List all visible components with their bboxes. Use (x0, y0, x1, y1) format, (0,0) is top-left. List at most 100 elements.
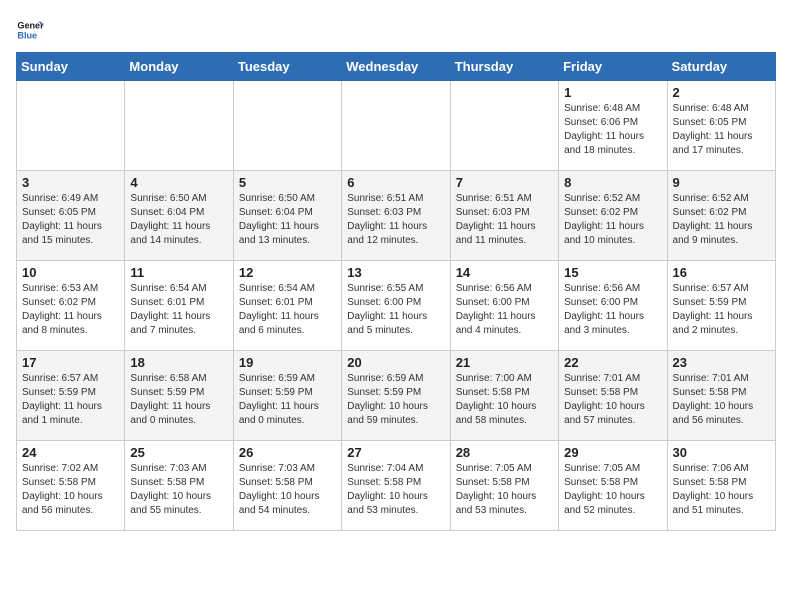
day-number: 22 (564, 355, 661, 370)
day-detail: Sunrise: 7:03 AM Sunset: 5:58 PM Dayligh… (239, 462, 336, 518)
day-detail: Sunrise: 6:49 AM Sunset: 6:05 PM Dayligh… (22, 192, 119, 248)
day-number: 26 (239, 445, 336, 460)
calendar-cell: 29 Sunrise: 7:05 AM Sunset: 5:58 PM Dayli… (559, 441, 667, 531)
day-number: 18 (130, 355, 227, 370)
svg-text:Blue: Blue (17, 30, 37, 40)
day-number: 2 (673, 85, 770, 100)
header-friday: Friday (559, 53, 667, 81)
day-detail: Sunrise: 6:55 AM Sunset: 6:00 PM Dayligh… (347, 282, 444, 338)
day-detail: Sunrise: 6:53 AM Sunset: 6:02 PM Dayligh… (22, 282, 119, 338)
day-detail: Sunrise: 6:59 AM Sunset: 5:59 PM Dayligh… (347, 372, 444, 428)
day-number: 30 (673, 445, 770, 460)
day-number: 5 (239, 175, 336, 190)
calendar-cell (233, 81, 341, 171)
calendar-cell: 9 Sunrise: 6:52 AM Sunset: 6:02 PM Daylig… (667, 171, 775, 261)
day-detail: Sunrise: 6:52 AM Sunset: 6:02 PM Dayligh… (564, 192, 661, 248)
calendar-cell: 10 Sunrise: 6:53 AM Sunset: 6:02 PM Dayli… (17, 261, 125, 351)
day-detail: Sunrise: 7:01 AM Sunset: 5:58 PM Dayligh… (564, 372, 661, 428)
day-detail: Sunrise: 6:56 AM Sunset: 6:00 PM Dayligh… (456, 282, 553, 338)
day-number: 16 (673, 265, 770, 280)
calendar-cell: 15 Sunrise: 6:56 AM Sunset: 6:00 PM Dayli… (559, 261, 667, 351)
header-tuesday: Tuesday (233, 53, 341, 81)
header-sunday: Sunday (17, 53, 125, 81)
calendar-cell: 16 Sunrise: 6:57 AM Sunset: 5:59 PM Dayli… (667, 261, 775, 351)
day-number: 29 (564, 445, 661, 460)
calendar-header-row: SundayMondayTuesdayWednesdayThursdayFrid… (17, 53, 776, 81)
calendar-cell (17, 81, 125, 171)
calendar-cell: 8 Sunrise: 6:52 AM Sunset: 6:02 PM Daylig… (559, 171, 667, 261)
calendar-cell: 11Sunrise: 6:54 AM Sunset: 6:01 PM Dayli… (125, 261, 233, 351)
header-thursday: Thursday (450, 53, 558, 81)
day-detail: Sunrise: 6:48 AM Sunset: 6:05 PM Dayligh… (673, 102, 770, 158)
day-detail: Sunrise: 7:04 AM Sunset: 5:58 PM Dayligh… (347, 462, 444, 518)
day-detail: Sunrise: 7:03 AM Sunset: 5:58 PM Dayligh… (130, 462, 227, 518)
day-detail: Sunrise: 6:54 AM Sunset: 6:01 PM Dayligh… (239, 282, 336, 338)
week-row-4: 17 Sunrise: 6:57 AM Sunset: 5:59 PM Dayli… (17, 351, 776, 441)
day-number: 28 (456, 445, 553, 460)
day-number: 14 (456, 265, 553, 280)
day-number: 19 (239, 355, 336, 370)
calendar-cell: 3 Sunrise: 6:49 AM Sunset: 6:05 PM Daylig… (17, 171, 125, 261)
calendar-cell: 20 Sunrise: 6:59 AM Sunset: 5:59 PM Dayli… (342, 351, 450, 441)
calendar-cell: 24 Sunrise: 7:02 AM Sunset: 5:58 PM Dayli… (17, 441, 125, 531)
day-number: 8 (564, 175, 661, 190)
calendar-table: SundayMondayTuesdayWednesdayThursdayFrid… (16, 52, 776, 531)
calendar-cell: 12 Sunrise: 6:54 AM Sunset: 6:01 PM Dayli… (233, 261, 341, 351)
calendar-cell: 2 Sunrise: 6:48 AM Sunset: 6:05 PM Daylig… (667, 81, 775, 171)
day-number: 9 (673, 175, 770, 190)
calendar-cell (342, 81, 450, 171)
day-detail: Sunrise: 6:58 AM Sunset: 5:59 PM Dayligh… (130, 372, 227, 428)
day-detail: Sunrise: 7:02 AM Sunset: 5:58 PM Dayligh… (22, 462, 119, 518)
day-detail: Sunrise: 7:00 AM Sunset: 5:58 PM Dayligh… (456, 372, 553, 428)
day-number: 24 (22, 445, 119, 460)
day-number: 3 (22, 175, 119, 190)
calendar-cell: 19 Sunrise: 6:59 AM Sunset: 5:59 PM Dayli… (233, 351, 341, 441)
day-number: 17 (22, 355, 119, 370)
calendar-cell: 1 Sunrise: 6:48 AM Sunset: 6:06 PM Daylig… (559, 81, 667, 171)
calendar-cell: 25 Sunrise: 7:03 AM Sunset: 5:58 PM Dayli… (125, 441, 233, 531)
calendar-cell: 17 Sunrise: 6:57 AM Sunset: 5:59 PM Dayli… (17, 351, 125, 441)
day-detail: Sunrise: 6:51 AM Sunset: 6:03 PM Dayligh… (456, 192, 553, 248)
page-header: General Blue (16, 16, 776, 44)
day-detail: Sunrise: 6:48 AM Sunset: 6:06 PM Dayligh… (564, 102, 661, 158)
calendar-cell: 13Sunrise: 6:55 AM Sunset: 6:00 PM Dayli… (342, 261, 450, 351)
calendar-cell: 30Sunrise: 7:06 AM Sunset: 5:58 PM Dayli… (667, 441, 775, 531)
header-monday: Monday (125, 53, 233, 81)
day-detail: Sunrise: 6:56 AM Sunset: 6:00 PM Dayligh… (564, 282, 661, 338)
calendar-cell: 6Sunrise: 6:51 AM Sunset: 6:03 PM Daylig… (342, 171, 450, 261)
calendar-cell: 5 Sunrise: 6:50 AM Sunset: 6:04 PM Daylig… (233, 171, 341, 261)
day-number: 25 (130, 445, 227, 460)
calendar-cell: 23Sunrise: 7:01 AM Sunset: 5:58 PM Dayli… (667, 351, 775, 441)
day-number: 20 (347, 355, 444, 370)
day-number: 27 (347, 445, 444, 460)
day-detail: Sunrise: 7:05 AM Sunset: 5:58 PM Dayligh… (564, 462, 661, 518)
day-number: 10 (22, 265, 119, 280)
calendar-cell: 22 Sunrise: 7:01 AM Sunset: 5:58 PM Dayli… (559, 351, 667, 441)
calendar-cell: 14 Sunrise: 6:56 AM Sunset: 6:00 PM Dayli… (450, 261, 558, 351)
logo-icon: General Blue (16, 16, 44, 44)
day-detail: Sunrise: 6:52 AM Sunset: 6:02 PM Dayligh… (673, 192, 770, 248)
day-detail: Sunrise: 6:57 AM Sunset: 5:59 PM Dayligh… (22, 372, 119, 428)
calendar-cell: 18 Sunrise: 6:58 AM Sunset: 5:59 PM Dayli… (125, 351, 233, 441)
header-saturday: Saturday (667, 53, 775, 81)
calendar-cell: 7 Sunrise: 6:51 AM Sunset: 6:03 PM Daylig… (450, 171, 558, 261)
calendar-cell: 21 Sunrise: 7:00 AM Sunset: 5:58 PM Dayli… (450, 351, 558, 441)
day-detail: Sunrise: 6:59 AM Sunset: 5:59 PM Dayligh… (239, 372, 336, 428)
day-detail: Sunrise: 7:01 AM Sunset: 5:58 PM Dayligh… (673, 372, 770, 428)
calendar-cell (450, 81, 558, 171)
day-number: 21 (456, 355, 553, 370)
calendar-cell: 26 Sunrise: 7:03 AM Sunset: 5:58 PM Dayli… (233, 441, 341, 531)
day-number: 15 (564, 265, 661, 280)
day-number: 7 (456, 175, 553, 190)
day-number: 12 (239, 265, 336, 280)
logo: General Blue (16, 16, 44, 44)
day-number: 4 (130, 175, 227, 190)
day-detail: Sunrise: 6:50 AM Sunset: 6:04 PM Dayligh… (239, 192, 336, 248)
day-number: 1 (564, 85, 661, 100)
day-detail: Sunrise: 6:50 AM Sunset: 6:04 PM Dayligh… (130, 192, 227, 248)
day-detail: Sunrise: 6:57 AM Sunset: 5:59 PM Dayligh… (673, 282, 770, 338)
calendar-cell (125, 81, 233, 171)
day-detail: Sunrise: 6:51 AM Sunset: 6:03 PM Dayligh… (347, 192, 444, 248)
day-detail: Sunrise: 6:54 AM Sunset: 6:01 PM Dayligh… (130, 282, 227, 338)
calendar-cell: 27 Sunrise: 7:04 AM Sunset: 5:58 PM Dayli… (342, 441, 450, 531)
